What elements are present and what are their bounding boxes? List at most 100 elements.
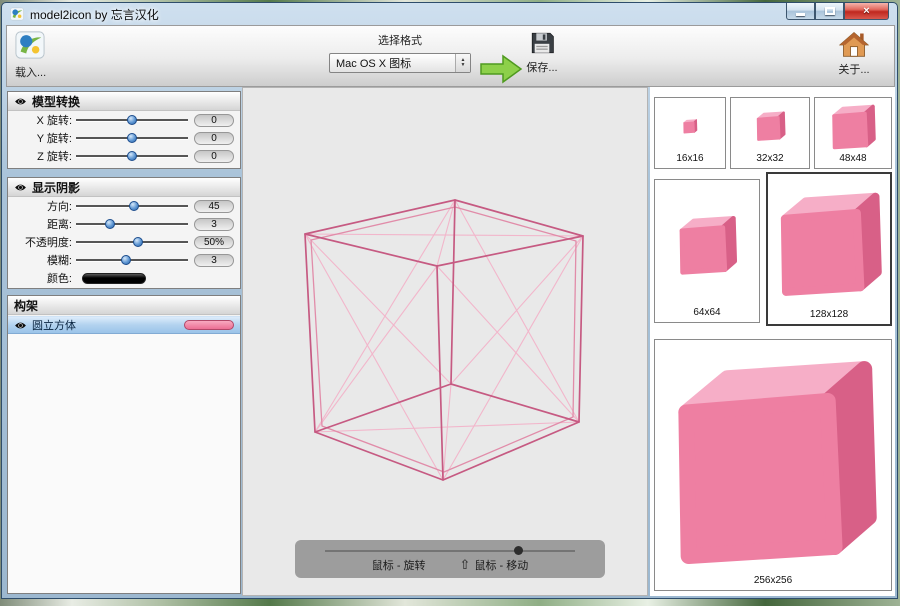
preview-48-label: 48x48: [815, 153, 891, 168]
structure-list-item[interactable]: 圆立方体: [8, 316, 240, 334]
close-button[interactable]: ×: [844, 3, 889, 20]
preview-256[interactable]: 256x256: [654, 339, 892, 591]
about-icon: [839, 30, 869, 58]
window-title: model2icon by 忘言汉化: [30, 6, 159, 23]
shadow-color-label: 颜色:: [14, 270, 76, 286]
wireframe-cube: [243, 88, 647, 595]
slider-thumb[interactable]: [127, 133, 137, 143]
blur-label: 模糊:: [14, 252, 76, 268]
distance-value: 3: [194, 218, 234, 231]
direction-slider[interactable]: [76, 201, 188, 211]
format-label: 选择格式: [378, 35, 422, 47]
preview-32[interactable]: 32x32: [730, 97, 810, 169]
shadow-color-swatch[interactable]: [82, 273, 146, 284]
cube-preview-64: [674, 211, 740, 277]
x-rotation-label: X 旋转:: [14, 112, 76, 128]
cube-preview-128: [771, 184, 887, 300]
y-rotation-slider[interactable]: [76, 133, 188, 143]
opacity-slider[interactable]: [76, 237, 188, 247]
transform-section: 模型转换 X 旋转: 0 Y 旋转: 0 Z 旋转: 0: [7, 91, 241, 169]
shift-key-icon: ⇧: [460, 557, 471, 573]
dropdown-spinner[interactable]: ▲ ▼: [455, 54, 470, 72]
load-icon: [15, 30, 45, 60]
slider-thumb[interactable]: [105, 219, 115, 229]
cube-preview-48: [828, 101, 878, 151]
maximize-button[interactable]: [815, 3, 844, 20]
zoom-slider[interactable]: [325, 550, 575, 552]
opacity-label: 不透明度:: [14, 234, 76, 250]
direction-label: 方向:: [14, 198, 76, 214]
eye-icon[interactable]: [14, 97, 27, 106]
save-icon: [529, 30, 555, 56]
format-group: 选择格式 Mac OS X 图标 ▲ ▼: [329, 31, 471, 73]
about-button[interactable]: 关于...: [828, 30, 880, 77]
distance-slider[interactable]: [76, 219, 188, 229]
preview-64-label: 64x64: [655, 307, 759, 322]
preview-256-label: 256x256: [655, 575, 891, 590]
structure-section: 构架 圆立方体: [7, 295, 241, 594]
spinner-down-icon: ▼: [461, 63, 466, 68]
distance-row: 距离: 3: [8, 215, 240, 233]
blur-row: 模糊: 3: [8, 251, 240, 269]
y-rotation-label: Y 旋转:: [14, 130, 76, 146]
x-rotation-slider[interactable]: [76, 115, 188, 125]
format-dropdown-value: Mac OS X 图标: [336, 55, 411, 71]
rotate-hint: 鼠标 - 旋转: [372, 557, 426, 573]
eye-icon[interactable]: [14, 321, 27, 330]
shadow-section: 显示阴影 方向: 45 距离: 3 不透明度: 50% 模糊: 3: [7, 177, 241, 289]
cube-preview-16: [682, 118, 698, 134]
view-hint-bar: 鼠标 - 旋转 ⇧ 鼠标 - 移动: [295, 540, 605, 578]
shadow-color-row: 颜色:: [8, 269, 240, 287]
slider-thumb[interactable]: [127, 151, 137, 161]
minimize-button[interactable]: [786, 3, 815, 20]
preview-128-label: 128x128: [768, 309, 890, 324]
slider-thumb[interactable]: [133, 237, 143, 247]
structure-item-label: 圆立方体: [32, 317, 76, 333]
window-titlebar[interactable]: model2icon by 忘言汉化 ×: [2, 3, 897, 25]
convert-arrow-icon: [479, 54, 523, 84]
slider-thumb[interactable]: [127, 115, 137, 125]
zoom-slider-thumb[interactable]: [514, 546, 523, 555]
app-window: model2icon by 忘言汉化 × 载入... 选择格式 Mac OS X…: [1, 2, 898, 599]
cube-preview-32: [754, 109, 787, 142]
minimize-icon: [796, 13, 805, 16]
app-icon: [10, 7, 24, 21]
preview-panel: 16x16 32x32 48x48 64x64 128x128 256x256: [650, 87, 895, 596]
slider-thumb[interactable]: [129, 201, 139, 211]
move-hint: ⇧ 鼠标 - 移动: [460, 557, 529, 573]
format-dropdown[interactable]: Mac OS X 图标 ▲ ▼: [329, 53, 471, 73]
blur-value: 3: [194, 254, 234, 267]
z-rotation-row: Z 旋转: 0: [8, 147, 240, 165]
preview-16-label: 16x16: [655, 153, 725, 168]
maximize-icon: [825, 7, 835, 15]
z-rotation-label: Z 旋转:: [14, 148, 76, 164]
distance-label: 距离:: [14, 216, 76, 232]
move-hint-label: 鼠标 - 移动: [474, 557, 528, 573]
direction-row: 方向: 45: [8, 197, 240, 215]
z-rotation-slider[interactable]: [76, 151, 188, 161]
preview-32-label: 32x32: [731, 153, 809, 168]
save-button[interactable]: 保存...: [519, 30, 565, 75]
z-rotation-value: 0: [194, 150, 234, 163]
preview-128[interactable]: 128x128: [766, 172, 892, 326]
opacity-row: 不透明度: 50%: [8, 233, 240, 251]
model-color-swatch[interactable]: [184, 320, 234, 330]
model-viewport[interactable]: 鼠标 - 旋转 ⇧ 鼠标 - 移动: [242, 87, 648, 596]
load-button[interactable]: 载入...: [15, 30, 46, 80]
preview-64[interactable]: 64x64: [654, 179, 760, 323]
blur-slider[interactable]: [76, 255, 188, 265]
slider-thumb[interactable]: [121, 255, 131, 265]
direction-value: 45: [194, 200, 234, 213]
eye-icon[interactable]: [14, 183, 27, 192]
x-rotation-value: 0: [194, 114, 234, 127]
structure-section-title: 构架: [14, 297, 38, 314]
x-rotation-row: X 旋转: 0: [8, 111, 240, 129]
toolbar: 载入... 选择格式 Mac OS X 图标 ▲ ▼ 保存... 关于...: [6, 25, 895, 87]
preview-16[interactable]: 16x16: [654, 97, 726, 169]
opacity-value: 50%: [194, 236, 234, 249]
about-label: 关于...: [828, 61, 880, 77]
cube-preview-256: [659, 344, 887, 572]
settings-panel: 模型转换 X 旋转: 0 Y 旋转: 0 Z 旋转: 0 显示阴影: [7, 89, 241, 596]
structure-list: 圆立方体: [8, 316, 240, 593]
preview-48[interactable]: 48x48: [814, 97, 892, 169]
